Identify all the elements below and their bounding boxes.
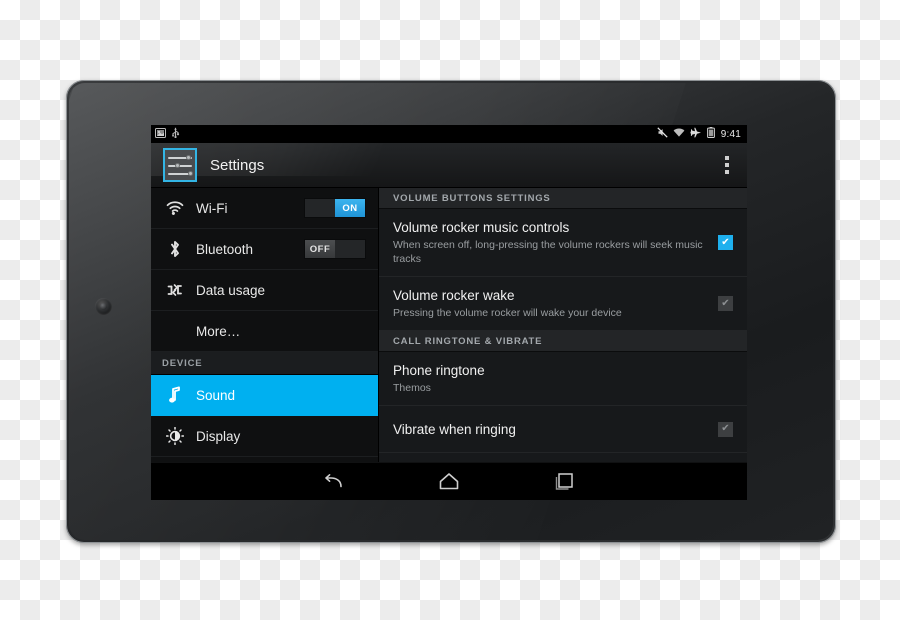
section-header-volume-buttons: VOLUME BUTTONS SETTINGS <box>379 188 747 209</box>
airplane-mode-icon <box>690 125 702 143</box>
pref-summary: Themos <box>393 382 431 394</box>
pref-volume-rocker-music-controls[interactable]: Volume rocker music controls When screen… <box>379 209 747 277</box>
usb-icon <box>171 125 180 143</box>
settings-sliders-icon <box>163 148 197 182</box>
pref-texts: Volume rocker music controls When screen… <box>393 219 718 266</box>
mute-icon <box>657 125 668 143</box>
section-header-call-ringtone: CALL RINGTONE & VIBRATE <box>379 331 747 352</box>
screenshot-icon <box>155 125 166 143</box>
toggle-label: OFF <box>305 240 335 258</box>
settings-detail-pane: VOLUME BUTTONS SETTINGS Volume rocker mu… <box>379 188 747 462</box>
data-usage-icon <box>162 281 188 299</box>
toggle-left-track <box>305 199 335 217</box>
toggle-right-track <box>335 240 365 258</box>
checkbox-volume-rocker-music-controls[interactable]: ✔ <box>718 235 733 250</box>
status-bar-left-icons <box>155 125 180 143</box>
checkbox-vibrate-when-ringing[interactable]: ✔ <box>718 421 733 437</box>
tablet-device: 9:41 Settings Wi-Fi ON Bluetooth OFF Dat… <box>66 80 836 543</box>
display-brightness-icon <box>162 427 188 445</box>
wifi-toggle[interactable]: ON <box>304 198 366 218</box>
status-bar-clock: 9:41 <box>720 128 741 140</box>
sidebar-item-bluetooth[interactable]: Bluetooth OFF <box>151 229 378 270</box>
pref-texts: Vibrate when ringing <box>393 421 718 438</box>
wifi-icon <box>162 201 188 215</box>
wifi-icon <box>673 125 685 143</box>
front-camera <box>95 298 112 315</box>
toggle-label: ON <box>335 199 365 217</box>
checkbox-volume-rocker-wake[interactable]: ✔ <box>718 296 733 311</box>
sidebar-item-label: Bluetooth <box>196 241 254 257</box>
sidebar-item-label: More… <box>196 323 241 339</box>
sidebar-item-more[interactable]: More… <box>151 311 378 352</box>
pref-phone-ringtone[interactable]: Phone ringtone Themos <box>379 352 747 406</box>
settings-sidebar: Wi-Fi ON Bluetooth OFF Data usage More… … <box>151 188 379 462</box>
pref-title: Phone ringtone <box>393 363 485 378</box>
navigation-bar <box>151 462 747 500</box>
tablet-screen: 9:41 Settings Wi-Fi ON Bluetooth OFF Dat… <box>151 125 747 500</box>
back-button[interactable] <box>314 467 354 497</box>
sidebar-section-device: DEVICE <box>151 352 378 375</box>
sidebar-item-label: Sound <box>196 387 236 403</box>
pref-summary: Pressing the volume rocker will wake you… <box>393 307 622 319</box>
bluetooth-toggle[interactable]: OFF <box>304 239 366 259</box>
sidebar-item-label: Wi-Fi <box>196 200 228 216</box>
overflow-menu-icon[interactable] <box>720 150 734 180</box>
pref-volume-rocker-wake[interactable]: Volume rocker wake Pressing the volume r… <box>379 277 747 331</box>
sidebar-item-data-usage[interactable]: Data usage <box>151 270 378 311</box>
pref-summary: When screen off, long-pressing the volum… <box>393 239 703 265</box>
action-bar: Settings <box>151 143 747 188</box>
home-button[interactable] <box>429 467 469 497</box>
sidebar-item-wifi[interactable]: Wi-Fi ON <box>151 188 378 229</box>
pref-title: Vibrate when ringing <box>393 421 516 437</box>
sidebar-item-sound[interactable]: Sound <box>151 375 378 416</box>
sidebar-item-display[interactable]: Display <box>151 416 378 457</box>
pref-vibrate-when-ringing[interactable]: Vibrate when ringing ✔ <box>379 406 747 453</box>
status-bar-right-icons: 9:41 <box>657 125 741 143</box>
bluetooth-icon <box>162 240 188 258</box>
sidebar-item-label: Data usage <box>196 282 266 298</box>
pref-texts: Phone ringtone Themos <box>393 362 733 395</box>
battery-icon <box>706 125 715 143</box>
settings-content: Wi-Fi ON Bluetooth OFF Data usage More… … <box>151 188 747 462</box>
sound-note-icon <box>162 386 188 404</box>
page-title: Settings <box>210 156 265 174</box>
recents-button[interactable] <box>544 467 584 497</box>
pref-title: Volume rocker music controls <box>393 220 570 235</box>
pref-texts: Volume rocker wake Pressing the volume r… <box>393 287 718 320</box>
pref-title: Volume rocker wake <box>393 288 515 303</box>
sidebar-item-label: Display <box>196 428 241 444</box>
status-bar: 9:41 <box>151 125 747 143</box>
